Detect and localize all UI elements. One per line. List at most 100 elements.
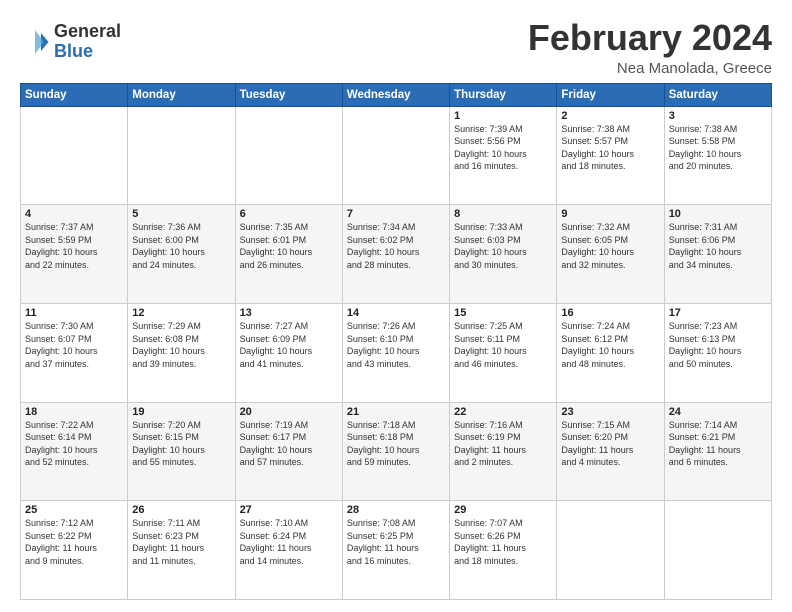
calendar-subtitle: Nea Manolada, Greece (528, 60, 772, 77)
day-info: Sunrise: 7:22 AM Sunset: 6:14 PM Dayligh… (25, 419, 123, 469)
calendar-table: SundayMondayTuesdayWednesdayThursdayFrid… (20, 83, 772, 600)
day-number: 11 (25, 307, 123, 319)
day-info: Sunrise: 7:25 AM Sunset: 6:11 PM Dayligh… (454, 320, 552, 370)
day-number: 6 (240, 208, 338, 220)
day-number: 29 (454, 504, 552, 516)
calendar-cell: 27Sunrise: 7:10 AM Sunset: 6:24 PM Dayli… (235, 501, 342, 600)
calendar-cell: 20Sunrise: 7:19 AM Sunset: 6:17 PM Dayli… (235, 402, 342, 501)
day-number: 20 (240, 406, 338, 418)
logo-text: General Blue (54, 22, 121, 62)
calendar-cell: 22Sunrise: 7:16 AM Sunset: 6:19 PM Dayli… (450, 402, 557, 501)
day-info: Sunrise: 7:24 AM Sunset: 6:12 PM Dayligh… (561, 320, 659, 370)
calendar-week-row: 18Sunrise: 7:22 AM Sunset: 6:14 PM Dayli… (21, 402, 772, 501)
logo-icon (20, 27, 50, 57)
day-info: Sunrise: 7:15 AM Sunset: 6:20 PM Dayligh… (561, 419, 659, 469)
day-number: 18 (25, 406, 123, 418)
day-number: 21 (347, 406, 445, 418)
day-number: 24 (669, 406, 767, 418)
day-info: Sunrise: 7:16 AM Sunset: 6:19 PM Dayligh… (454, 419, 552, 469)
title-area: February 2024 Nea Manolada, Greece (528, 18, 772, 77)
calendar-day-header: Wednesday (342, 83, 449, 106)
calendar-header-row: SundayMondayTuesdayWednesdayThursdayFrid… (21, 83, 772, 106)
calendar-cell: 14Sunrise: 7:26 AM Sunset: 6:10 PM Dayli… (342, 303, 449, 402)
logo-line2: Blue (54, 42, 121, 62)
calendar-cell: 18Sunrise: 7:22 AM Sunset: 6:14 PM Dayli… (21, 402, 128, 501)
calendar-cell: 17Sunrise: 7:23 AM Sunset: 6:13 PM Dayli… (664, 303, 771, 402)
calendar-week-row: 4Sunrise: 7:37 AM Sunset: 5:59 PM Daylig… (21, 205, 772, 304)
day-number: 27 (240, 504, 338, 516)
day-number: 5 (132, 208, 230, 220)
day-number: 15 (454, 307, 552, 319)
day-info: Sunrise: 7:37 AM Sunset: 5:59 PM Dayligh… (25, 221, 123, 271)
day-info: Sunrise: 7:20 AM Sunset: 6:15 PM Dayligh… (132, 419, 230, 469)
calendar-cell: 25Sunrise: 7:12 AM Sunset: 6:22 PM Dayli… (21, 501, 128, 600)
calendar-cell: 29Sunrise: 7:07 AM Sunset: 6:26 PM Dayli… (450, 501, 557, 600)
day-info: Sunrise: 7:36 AM Sunset: 6:00 PM Dayligh… (132, 221, 230, 271)
calendar-cell (235, 106, 342, 205)
day-info: Sunrise: 7:32 AM Sunset: 6:05 PM Dayligh… (561, 221, 659, 271)
day-info: Sunrise: 7:23 AM Sunset: 6:13 PM Dayligh… (669, 320, 767, 370)
day-info: Sunrise: 7:34 AM Sunset: 6:02 PM Dayligh… (347, 221, 445, 271)
calendar-title: February 2024 (528, 18, 772, 58)
calendar-cell (557, 501, 664, 600)
day-info: Sunrise: 7:35 AM Sunset: 6:01 PM Dayligh… (240, 221, 338, 271)
day-info: Sunrise: 7:07 AM Sunset: 6:26 PM Dayligh… (454, 517, 552, 567)
day-info: Sunrise: 7:08 AM Sunset: 6:25 PM Dayligh… (347, 517, 445, 567)
calendar-cell: 16Sunrise: 7:24 AM Sunset: 6:12 PM Dayli… (557, 303, 664, 402)
calendar-cell: 1Sunrise: 7:39 AM Sunset: 5:56 PM Daylig… (450, 106, 557, 205)
calendar-cell: 23Sunrise: 7:15 AM Sunset: 6:20 PM Dayli… (557, 402, 664, 501)
logo-line1: General (54, 22, 121, 42)
calendar-cell: 28Sunrise: 7:08 AM Sunset: 6:25 PM Dayli… (342, 501, 449, 600)
calendar-cell: 5Sunrise: 7:36 AM Sunset: 6:00 PM Daylig… (128, 205, 235, 304)
calendar-cell: 12Sunrise: 7:29 AM Sunset: 6:08 PM Dayli… (128, 303, 235, 402)
day-number: 10 (669, 208, 767, 220)
calendar-cell: 15Sunrise: 7:25 AM Sunset: 6:11 PM Dayli… (450, 303, 557, 402)
day-info: Sunrise: 7:30 AM Sunset: 6:07 PM Dayligh… (25, 320, 123, 370)
calendar-cell: 10Sunrise: 7:31 AM Sunset: 6:06 PM Dayli… (664, 205, 771, 304)
calendar-cell (21, 106, 128, 205)
calendar-cell: 3Sunrise: 7:38 AM Sunset: 5:58 PM Daylig… (664, 106, 771, 205)
logo: General Blue (20, 22, 121, 62)
calendar-cell: 2Sunrise: 7:38 AM Sunset: 5:57 PM Daylig… (557, 106, 664, 205)
calendar-cell: 8Sunrise: 7:33 AM Sunset: 6:03 PM Daylig… (450, 205, 557, 304)
calendar-cell: 21Sunrise: 7:18 AM Sunset: 6:18 PM Dayli… (342, 402, 449, 501)
day-info: Sunrise: 7:10 AM Sunset: 6:24 PM Dayligh… (240, 517, 338, 567)
day-number: 26 (132, 504, 230, 516)
page: General Blue February 2024 Nea Manolada,… (0, 0, 792, 612)
day-info: Sunrise: 7:11 AM Sunset: 6:23 PM Dayligh… (132, 517, 230, 567)
day-info: Sunrise: 7:19 AM Sunset: 6:17 PM Dayligh… (240, 419, 338, 469)
calendar-week-row: 25Sunrise: 7:12 AM Sunset: 6:22 PM Dayli… (21, 501, 772, 600)
calendar-day-header: Friday (557, 83, 664, 106)
day-info: Sunrise: 7:14 AM Sunset: 6:21 PM Dayligh… (669, 419, 767, 469)
day-info: Sunrise: 7:26 AM Sunset: 6:10 PM Dayligh… (347, 320, 445, 370)
day-info: Sunrise: 7:38 AM Sunset: 5:57 PM Dayligh… (561, 123, 659, 173)
day-info: Sunrise: 7:31 AM Sunset: 6:06 PM Dayligh… (669, 221, 767, 271)
calendar-day-header: Saturday (664, 83, 771, 106)
day-info: Sunrise: 7:27 AM Sunset: 6:09 PM Dayligh… (240, 320, 338, 370)
day-number: 17 (669, 307, 767, 319)
calendar-cell (664, 501, 771, 600)
calendar-cell: 13Sunrise: 7:27 AM Sunset: 6:09 PM Dayli… (235, 303, 342, 402)
day-number: 25 (25, 504, 123, 516)
day-number: 19 (132, 406, 230, 418)
calendar-cell: 11Sunrise: 7:30 AM Sunset: 6:07 PM Dayli… (21, 303, 128, 402)
day-info: Sunrise: 7:29 AM Sunset: 6:08 PM Dayligh… (132, 320, 230, 370)
day-number: 23 (561, 406, 659, 418)
calendar-day-header: Tuesday (235, 83, 342, 106)
day-number: 7 (347, 208, 445, 220)
day-number: 1 (454, 110, 552, 122)
calendar-cell: 6Sunrise: 7:35 AM Sunset: 6:01 PM Daylig… (235, 205, 342, 304)
day-info: Sunrise: 7:12 AM Sunset: 6:22 PM Dayligh… (25, 517, 123, 567)
calendar-day-header: Thursday (450, 83, 557, 106)
day-number: 9 (561, 208, 659, 220)
calendar-cell: 19Sunrise: 7:20 AM Sunset: 6:15 PM Dayli… (128, 402, 235, 501)
day-number: 28 (347, 504, 445, 516)
calendar-cell: 4Sunrise: 7:37 AM Sunset: 5:59 PM Daylig… (21, 205, 128, 304)
calendar-cell: 9Sunrise: 7:32 AM Sunset: 6:05 PM Daylig… (557, 205, 664, 304)
header: General Blue February 2024 Nea Manolada,… (20, 18, 772, 77)
calendar-cell: 24Sunrise: 7:14 AM Sunset: 6:21 PM Dayli… (664, 402, 771, 501)
day-info: Sunrise: 7:33 AM Sunset: 6:03 PM Dayligh… (454, 221, 552, 271)
calendar-day-header: Monday (128, 83, 235, 106)
calendar-week-row: 11Sunrise: 7:30 AM Sunset: 6:07 PM Dayli… (21, 303, 772, 402)
day-info: Sunrise: 7:18 AM Sunset: 6:18 PM Dayligh… (347, 419, 445, 469)
